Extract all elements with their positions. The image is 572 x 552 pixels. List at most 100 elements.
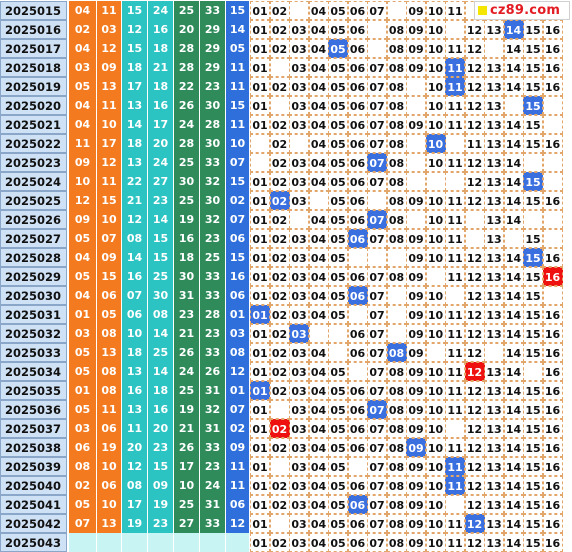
blue-dist-cell: 15 bbox=[523, 134, 543, 153]
blue-dist-cell: 11 bbox=[445, 514, 465, 533]
blue-dist-cell: 15 bbox=[523, 229, 543, 248]
blue-dist-cell: 10 bbox=[425, 400, 446, 419]
blue-dist-cell: 11 bbox=[445, 39, 465, 58]
blue-dist-cell: 04 bbox=[308, 115, 329, 134]
red-ball-cell: 25 bbox=[174, 381, 200, 400]
blue-dist-cell: 06 bbox=[347, 1, 368, 20]
blue-dist-cell: 05 bbox=[328, 172, 348, 191]
blue-dist-cell: 13 bbox=[484, 248, 504, 267]
red-ball-cell: 15 bbox=[148, 457, 174, 476]
red-ball-cell: 25 bbox=[148, 267, 174, 286]
blue-dist-cell bbox=[250, 134, 270, 153]
blue-dist-cell: 14 bbox=[503, 134, 524, 153]
blue-dist-cell: 01 bbox=[250, 172, 270, 191]
red-ball-cell: 13 bbox=[122, 362, 148, 381]
blue-dist-cell: 03 bbox=[289, 115, 309, 134]
red-ball-cell bbox=[97, 533, 122, 552]
blue-dist-cell: 08 bbox=[386, 514, 407, 533]
blue-dist-cell: 02 bbox=[269, 153, 290, 172]
blue-dist-cell: 07 bbox=[367, 514, 387, 533]
red-ball-cell: 04 bbox=[69, 248, 97, 267]
red-ball-cell: 14 bbox=[122, 248, 148, 267]
blue-dist-cell: 01 bbox=[250, 533, 270, 552]
blue-dist-cell: 05 bbox=[328, 476, 348, 495]
blue-dist-cell: 08 bbox=[386, 419, 407, 438]
blue-dist-cell: 05 bbox=[328, 39, 348, 58]
red-ball-cell: 26 bbox=[200, 362, 226, 381]
blue-dist-cell: 05 bbox=[328, 134, 348, 153]
blue-dist-cell: 01 bbox=[250, 191, 270, 210]
red-ball-cell: 15 bbox=[97, 267, 122, 286]
blue-dist-cell bbox=[308, 324, 329, 343]
blue-dist-cell: 04 bbox=[308, 248, 329, 267]
blue-dist-cell: 08 bbox=[386, 77, 407, 96]
blue-dist-cell: 12 bbox=[464, 533, 485, 552]
period-cell: 2025039 bbox=[0, 457, 67, 476]
blue-dist-cell: 13 bbox=[484, 58, 504, 77]
blue-dist-cell: 01 bbox=[250, 400, 270, 419]
blue-dist-cell: 11 bbox=[445, 153, 465, 172]
blue-dist-cell: 05 bbox=[328, 457, 348, 476]
blue-dist-cell bbox=[367, 20, 387, 39]
blue-dist-cell bbox=[542, 210, 563, 229]
blue-dist-cell bbox=[406, 172, 426, 191]
blue-dist-cell: 13 bbox=[484, 191, 504, 210]
red-ball-cell: 11 bbox=[97, 400, 122, 419]
blue-dist-cell: 15 bbox=[523, 476, 543, 495]
blue-dist-cell: 08 bbox=[386, 191, 407, 210]
blue-dist-cell: 05 bbox=[328, 58, 348, 77]
blue-ball-cell: 14 bbox=[226, 20, 250, 39]
blue-dist-cell: 10 bbox=[425, 286, 446, 305]
blue-dist-cell: 12 bbox=[464, 115, 485, 134]
blue-dist-cell: 02 bbox=[269, 343, 290, 362]
period-cell: 2025016 bbox=[0, 20, 67, 39]
blue-dist-cell: 03 bbox=[289, 305, 309, 324]
blue-dist-cell: 16 bbox=[542, 343, 563, 362]
blue-dist-cell: 16 bbox=[542, 362, 563, 381]
blue-dist-cell: 13 bbox=[484, 286, 504, 305]
red-ball-cell: 04 bbox=[69, 115, 97, 134]
blue-dist-cell bbox=[445, 419, 465, 438]
red-ball-cell: 33 bbox=[200, 514, 226, 533]
blue-dist-cell: 06 bbox=[347, 39, 368, 58]
blue-dist-cell: 10 bbox=[425, 134, 446, 153]
blue-dist-cell bbox=[328, 343, 348, 362]
blue-dist-cell: 06 bbox=[347, 191, 368, 210]
blue-dist-cell bbox=[484, 39, 504, 58]
red-ball-cell: 14 bbox=[148, 362, 174, 381]
blue-ball-cell: 11 bbox=[226, 58, 250, 77]
blue-dist-cell: 07 bbox=[367, 381, 387, 400]
red-ball-cell: 23 bbox=[148, 514, 174, 533]
site-logo[interactable]: cz89.com bbox=[474, 1, 570, 20]
period-cell: 2025035 bbox=[0, 381, 67, 400]
blue-dist-cell: 04 bbox=[308, 20, 329, 39]
blue-dist-cell: 07 bbox=[367, 229, 387, 248]
blue-dist-cell: 10 bbox=[425, 115, 446, 134]
red-ball-cell: 11 bbox=[97, 96, 122, 115]
blue-dist-cell: 16 bbox=[542, 39, 563, 58]
blue-dist-cell bbox=[445, 172, 465, 191]
blue-dist-cell: 06 bbox=[347, 134, 368, 153]
blue-dist-cell: 02 bbox=[269, 362, 290, 381]
blue-dist-cell: 01 bbox=[250, 248, 270, 267]
red-ball-cell: 12 bbox=[122, 457, 148, 476]
red-ball-cell: 15 bbox=[148, 248, 174, 267]
blue-dist-cell: 10 bbox=[425, 305, 446, 324]
blue-dist-cell: 01 bbox=[250, 58, 270, 77]
blue-dist-cell: 10 bbox=[425, 1, 446, 20]
red-ball-cell bbox=[122, 533, 148, 552]
blue-dist-cell: 15 bbox=[523, 514, 543, 533]
blue-dist-cell: 11 bbox=[445, 248, 465, 267]
period-cell: 2025026 bbox=[0, 210, 67, 229]
red-ball-cell: 05 bbox=[69, 495, 97, 514]
blue-dist-cell bbox=[269, 457, 290, 476]
blue-dist-cell bbox=[445, 134, 465, 153]
blue-dist-cell bbox=[425, 343, 446, 362]
blue-dist-cell: 01 bbox=[250, 1, 270, 20]
blue-ball-cell: 02 bbox=[226, 419, 250, 438]
blue-dist-cell: 04 bbox=[308, 457, 329, 476]
blue-dist-cell: 02 bbox=[269, 267, 290, 286]
blue-ball-cell: 15 bbox=[226, 172, 250, 191]
red-ball-cell: 30 bbox=[148, 286, 174, 305]
blue-dist-cell: 11 bbox=[445, 1, 465, 20]
